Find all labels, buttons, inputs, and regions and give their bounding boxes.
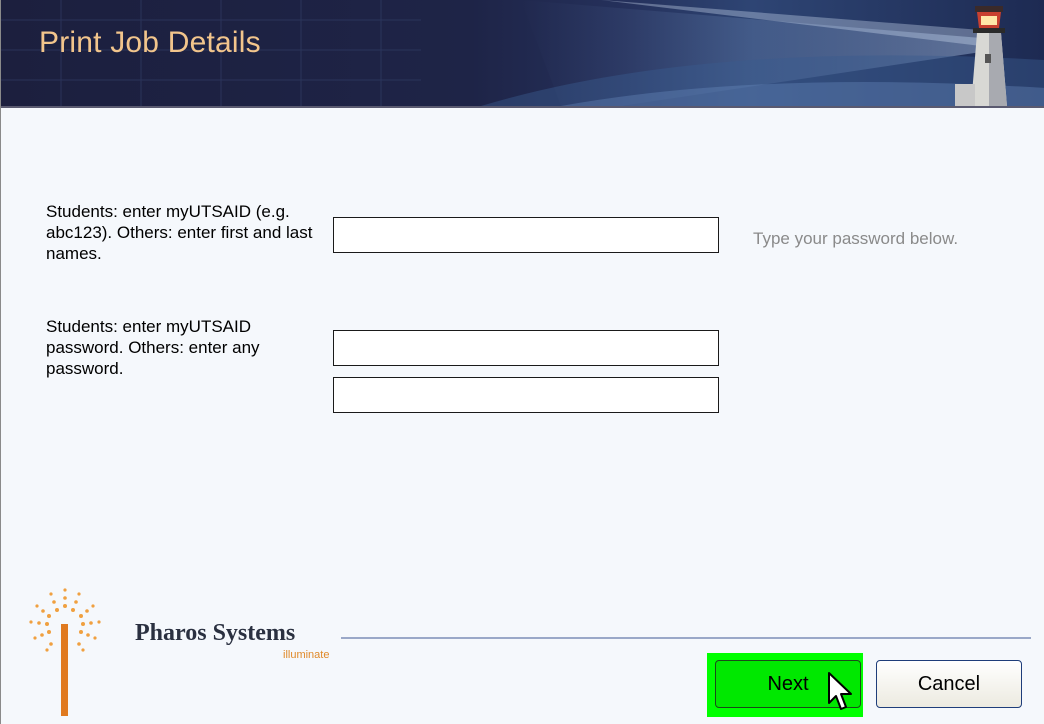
username-input[interactable] [333, 217, 719, 253]
brand-divider [341, 637, 1031, 639]
brand-name: Pharos Systems [135, 620, 296, 646]
page-title: Print Job Details [39, 26, 261, 59]
password-hint: Type your password below. [753, 229, 959, 248]
brand-tagline: illuminate [283, 649, 330, 661]
password-confirm-input[interactable] [333, 377, 719, 413]
password-input[interactable] [333, 330, 719, 366]
lighthouse-icon [955, 6, 1007, 106]
password-label: Students: enter myUTSAID password. Other… [46, 317, 260, 378]
cancel-button[interactable]: Cancel [876, 660, 1022, 708]
mouse-pointer-icon [828, 672, 852, 710]
print-job-details-dialog: Print Job Details Students: enter myUTSA… [0, 0, 1044, 724]
username-label: Students: enter myUTSAID (e.g. abc123). … [46, 202, 313, 263]
pharos-logo-icon [29, 588, 101, 716]
dialog-header: Print Job Details [1, 0, 1044, 106]
next-button-label: Next [767, 672, 809, 695]
header-divider [1, 106, 1044, 108]
cancel-button-label: Cancel [917, 672, 981, 695]
